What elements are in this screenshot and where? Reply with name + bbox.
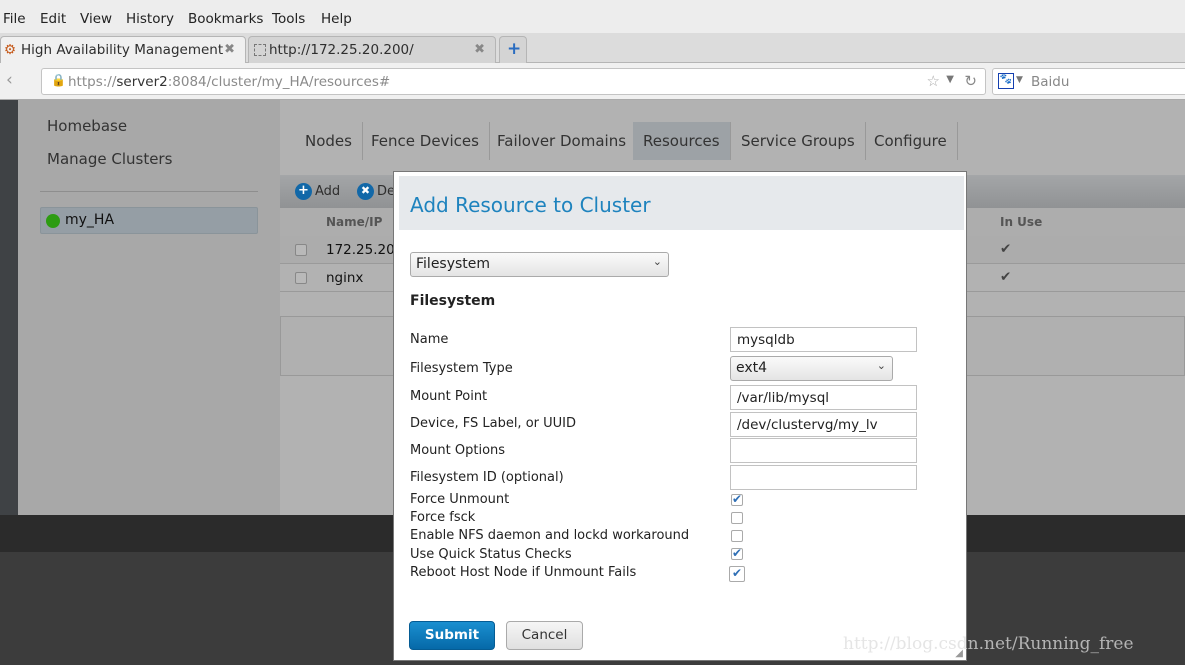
sidebar-manage-clusters[interactable]: Manage Clusters <box>47 150 172 168</box>
delete-icon[interactable]: ✖ <box>357 183 374 200</box>
nfs-workaround-checkbox[interactable] <box>731 530 743 542</box>
row-checkbox[interactable] <box>295 272 307 284</box>
tab-title: High Availability Management <box>21 42 224 58</box>
mount-options-label: Mount Options <box>410 443 506 458</box>
quick-status-checkbox[interactable]: ✔ <box>731 547 743 560</box>
name-label: Name <box>410 332 449 347</box>
submit-button[interactable]: Submit <box>409 621 495 650</box>
chevron-down-icon[interactable]: ▼ <box>1016 75 1023 85</box>
mount-point-label: Mount Point <box>410 389 488 404</box>
cluster-name: my_HA <box>65 212 115 228</box>
force-unmount-label: Force Unmount <box>410 492 510 507</box>
tab-resources[interactable]: Resources <box>633 122 731 160</box>
url-prefix: https:// <box>68 74 117 90</box>
mount-point-input[interactable]: /var/lib/mysql <box>730 385 917 410</box>
sidebar-homebase[interactable]: Homebase <box>47 117 127 135</box>
watermark: http://blog.csdn.net/Running_free <box>843 634 1134 654</box>
menu-history[interactable]: History <box>126 11 174 27</box>
menu-edit[interactable]: Edit <box>40 11 66 27</box>
add-button[interactable]: Add <box>315 184 340 199</box>
resource-type-select[interactable]: Filesystem ⌄ <box>410 252 669 277</box>
tab-failover-domains[interactable]: Failover Domains <box>487 122 638 160</box>
add-icon[interactable]: + <box>295 183 312 200</box>
status-dot-icon <box>46 214 60 228</box>
close-tab-icon[interactable]: ✖ <box>224 42 235 57</box>
device-label: Device, FS Label, or UUID <box>410 416 576 431</box>
force-fsck-label: Force fsck <box>410 510 476 525</box>
selected-value: Filesystem <box>416 256 491 272</box>
quick-status-label: Use Quick Status Checks <box>410 547 572 562</box>
url-host: server2 <box>116 74 168 90</box>
url-bar[interactable]: 🔒 https://server2:8084/cluster/my_HA/res… <box>41 68 986 95</box>
left-edge <box>0 100 18 515</box>
force-fsck-checkbox[interactable] <box>731 512 743 524</box>
browser-tab-ha[interactable]: ⚙ High Availability Management ✖ <box>0 36 246 64</box>
selected-value: ext4 <box>736 360 768 376</box>
url-path: :8084/cluster/my_HA/resources# <box>167 74 391 90</box>
mount-options-input[interactable] <box>730 438 917 463</box>
gear-icon: ⚙ <box>4 42 17 58</box>
menu-view[interactable]: View <box>80 11 112 27</box>
reboot-host-label: Reboot Host Node if Unmount Fails <box>410 565 637 580</box>
fs-id-input[interactable] <box>730 465 917 490</box>
tab-strip: ⚙ High Availability Management ✖ http://… <box>0 33 1185 64</box>
sidebar-cluster-my-ha[interactable]: my_HA <box>40 207 258 234</box>
baidu-paw-icon[interactable]: 🐾 <box>998 73 1014 89</box>
chevron-down-icon[interactable]: ▼ <box>946 74 954 85</box>
menu-file[interactable]: File <box>3 11 26 27</box>
header-in-use: In Use <box>1000 215 1043 229</box>
row-name: 172.25.20 <box>326 242 395 258</box>
tab-service-groups[interactable]: Service Groups <box>731 122 866 160</box>
cancel-button[interactable]: Cancel <box>506 621 583 650</box>
check-icon: ✔ <box>1000 269 1012 285</box>
tab-nodes[interactable]: Nodes <box>295 122 363 160</box>
fs-type-label: Filesystem Type <box>410 361 513 376</box>
tab-title: http://172.25.20.200/ <box>269 42 414 58</box>
divider <box>40 191 258 192</box>
chevron-down-icon: ⌄ <box>652 255 662 268</box>
lock-icon: 🔒 <box>51 73 66 87</box>
menu-bar: File Edit View History Bookmarks Tools H… <box>0 0 1185 33</box>
menu-help[interactable]: Help <box>321 11 352 27</box>
bookmark-star-icon[interactable]: ☆ <box>927 72 940 90</box>
force-unmount-checkbox[interactable]: ✔ <box>731 493 743 506</box>
back-icon[interactable]: ‹ <box>6 70 13 90</box>
name-input[interactable]: mysqldb <box>730 327 917 352</box>
search-bar[interactable]: 🐾 ▼ Baidu <box>992 68 1185 95</box>
navigation-bar: ‹ 🔒 https://server2:8084/cluster/my_HA/r… <box>0 63 1185 100</box>
tab-fence-devices[interactable]: Fence Devices <box>361 122 490 160</box>
menu-bookmarks[interactable]: Bookmarks <box>188 11 263 27</box>
fs-type-select[interactable]: ext4 ⌄ <box>730 356 893 381</box>
add-resource-dialog: Add Resource to Cluster Filesystem ⌄ File… <box>393 171 967 661</box>
check-icon: ✔ <box>1000 241 1012 257</box>
search-placeholder: Baidu <box>1031 74 1070 90</box>
sidebar: Homebase Manage Clusters my_HA <box>18 100 280 515</box>
nfs-workaround-label: Enable NFS daemon and lockd workaround <box>410 528 690 543</box>
chevron-down-icon: ⌄ <box>876 359 886 372</box>
dialog-title: Add Resource to Cluster <box>410 193 651 217</box>
row-checkbox[interactable] <box>295 244 307 256</box>
tab-configure[interactable]: Configure <box>864 122 958 160</box>
reboot-host-checkbox[interactable]: ✔ <box>729 566 745 582</box>
menu-tools[interactable]: Tools <box>272 11 305 27</box>
header-name: Name/IP <box>326 215 383 229</box>
fs-id-label: Filesystem ID (optional) <box>410 470 564 485</box>
new-tab-button[interactable]: + <box>499 36 527 64</box>
row-name: nginx <box>326 270 364 286</box>
section-title: Filesystem <box>410 293 496 309</box>
dialog-header: Add Resource to Cluster <box>399 176 964 230</box>
browser-tab-ip[interactable]: http://172.25.20.200/ ✖ <box>248 36 496 64</box>
close-tab-icon[interactable]: ✖ <box>474 42 485 57</box>
device-input[interactable]: /dev/clustervg/my_lv <box>730 412 917 437</box>
reload-icon[interactable]: ↻ <box>964 72 977 90</box>
page-icon <box>254 44 266 56</box>
